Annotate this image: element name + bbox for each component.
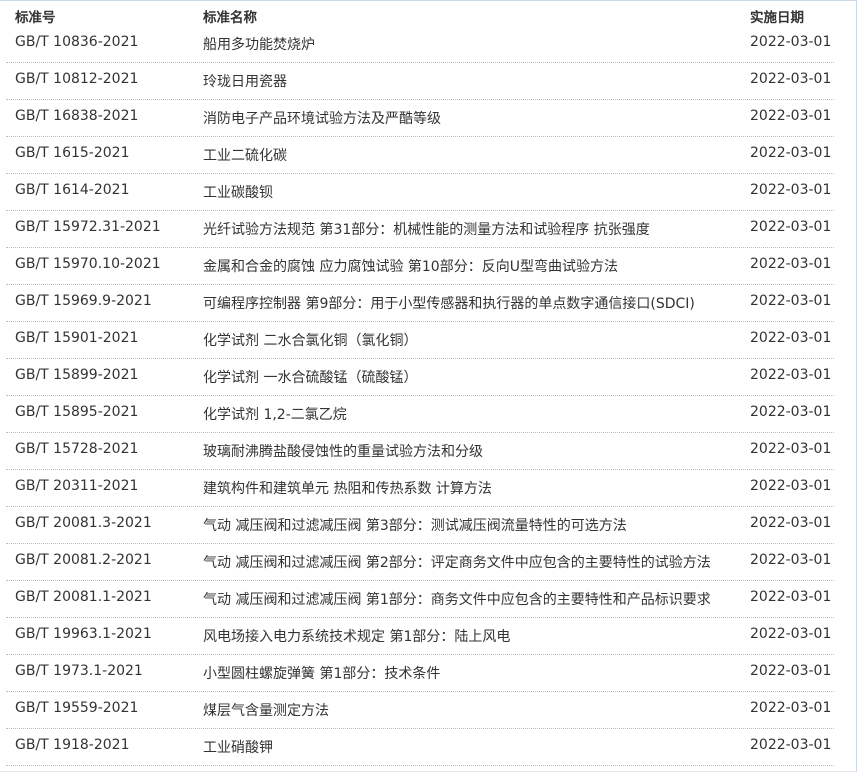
standard-name[interactable]: 工业碳酸钡 bbox=[203, 182, 273, 202]
implementation-date: 2022-03-01 bbox=[750, 256, 832, 272]
standard-code[interactable]: GB/T 20311-2021 bbox=[15, 478, 138, 494]
implementation-date: 2022-03-01 bbox=[750, 515, 832, 531]
header-standard-name: 标准名称 bbox=[203, 10, 257, 26]
standard-name[interactable]: 船用多功能焚烧炉 bbox=[203, 34, 315, 54]
standard-code[interactable]: GB/T 15969.9-2021 bbox=[15, 293, 152, 309]
implementation-date: 2022-03-01 bbox=[750, 441, 832, 457]
standard-code[interactable]: GB/T 1973.1-2021 bbox=[15, 663, 143, 679]
table-row[interactable]: GB/T 19559-2021 煤层气含量测定方法 2022-03-01 bbox=[6, 692, 834, 729]
standard-name[interactable]: 气动 减压阀和过滤减压阀 第1部分：商务文件中应包含的主要特性和产品标识要求 bbox=[203, 589, 711, 609]
standard-name[interactable]: 化学试剂 二水合氯化铜（氯化铜） bbox=[203, 330, 417, 350]
implementation-date: 2022-03-01 bbox=[750, 219, 832, 235]
table-row[interactable]: GB/T 15728-2021 玻璃耐沸腾盐酸侵蚀性的重量试验方法和分级 202… bbox=[6, 433, 834, 470]
implementation-date: 2022-03-01 bbox=[750, 737, 832, 753]
table-row[interactable]: GB/T 1614-2021 工业碳酸钡 2022-03-01 bbox=[6, 174, 834, 211]
implementation-date: 2022-03-01 bbox=[750, 34, 832, 50]
standard-name[interactable]: 工业硝酸钾 bbox=[203, 737, 273, 757]
standard-name[interactable]: 玻璃耐沸腾盐酸侵蚀性的重量试验方法和分级 bbox=[203, 441, 483, 461]
implementation-date: 2022-03-01 bbox=[750, 293, 832, 309]
standard-code[interactable]: GB/T 1918-2021 bbox=[15, 737, 129, 753]
table-row[interactable]: GB/T 19963.1-2021 风电场接入电力系统技术规定 第1部分：陆上风… bbox=[6, 618, 834, 655]
standard-code[interactable]: GB/T 15901-2021 bbox=[15, 330, 138, 346]
implementation-date: 2022-03-01 bbox=[750, 552, 832, 568]
table-row[interactable]: GB/T 1918-2021 工业硝酸钾 2022-03-01 bbox=[6, 729, 834, 766]
table-row[interactable]: GB/T 1973.1-2021 小型圆柱螺旋弹簧 第1部分：技术条件 2022… bbox=[6, 655, 834, 692]
standard-code[interactable]: GB/T 20081.2-2021 bbox=[15, 552, 152, 568]
standard-code[interactable]: GB/T 20081.1-2021 bbox=[15, 589, 152, 605]
table-row[interactable]: GB/T 15972.31-2021 光纤试验方法规范 第31部分：机械性能的测… bbox=[6, 211, 834, 248]
standard-name[interactable]: 光纤试验方法规范 第31部分：机械性能的测量方法和试验程序 抗张强度 bbox=[203, 219, 650, 239]
table-row[interactable]: GB/T 15901-2021 化学试剂 二水合氯化铜（氯化铜） 2022-03… bbox=[6, 322, 834, 359]
standard-code[interactable]: GB/T 15972.31-2021 bbox=[15, 219, 161, 235]
table-row[interactable]: GB/T 20311-2021 建筑构件和建筑单元 热阻和传热系数 计算方法 2… bbox=[6, 470, 834, 507]
implementation-date: 2022-03-01 bbox=[750, 404, 832, 420]
implementation-date: 2022-03-01 bbox=[750, 663, 832, 679]
implementation-date: 2022-03-01 bbox=[750, 108, 832, 124]
standard-name[interactable]: 气动 减压阀和过滤减压阀 第2部分：评定商务文件中应包含的主要特性的试验方法 bbox=[203, 552, 711, 572]
standard-code[interactable]: GB/T 1614-2021 bbox=[15, 182, 129, 198]
standard-code[interactable]: GB/T 19559-2021 bbox=[15, 700, 138, 716]
table-row[interactable]: GB/T 15969.9-2021 可编程序控制器 第9部分：用于小型传感器和执… bbox=[6, 285, 834, 322]
table-row[interactable]: GB/T 20081.3-2021 气动 减压阀和过滤减压阀 第3部分：测试减压… bbox=[6, 507, 834, 544]
table-row[interactable]: GB/T 15970.10-2021 金属和合金的腐蚀 应力腐蚀试验 第10部分… bbox=[6, 248, 834, 285]
standard-name[interactable]: 工业二硫化碳 bbox=[203, 145, 287, 165]
table-row[interactable]: GB/T 10812-2021 玲珑日用瓷器 2022-03-01 bbox=[6, 63, 834, 100]
standard-name[interactable]: 可编程序控制器 第9部分：用于小型传感器和执行器的单点数字通信接口(SDCI) bbox=[203, 293, 695, 313]
standard-name[interactable]: 化学试剂 1,2-二氯乙烷 bbox=[203, 404, 347, 424]
standard-name[interactable]: 玲珑日用瓷器 bbox=[203, 71, 287, 91]
standard-name[interactable]: 小型圆柱螺旋弹簧 第1部分：技术条件 bbox=[203, 663, 440, 683]
standard-code[interactable]: GB/T 1615-2021 bbox=[15, 145, 129, 161]
table-row[interactable]: GB/T 16838-2021 消防电子产品环境试验方法及严酷等级 2022-0… bbox=[6, 100, 834, 137]
table-row[interactable]: GB/T 15899-2021 化学试剂 一水合硫酸锰（硫酸锰） 2022-03… bbox=[6, 359, 834, 396]
standard-name[interactable]: 煤层气含量测定方法 bbox=[203, 700, 329, 720]
implementation-date: 2022-03-01 bbox=[750, 478, 832, 494]
implementation-date: 2022-03-01 bbox=[750, 700, 832, 716]
table-row[interactable]: GB/T 10836-2021 船用多功能焚烧炉 2022-03-01 bbox=[6, 26, 834, 63]
standard-code[interactable]: GB/T 16838-2021 bbox=[15, 108, 138, 124]
implementation-date: 2022-03-01 bbox=[750, 71, 832, 87]
standard-name[interactable]: 气动 减压阀和过滤减压阀 第3部分：测试减压阀流量特性的可选方法 bbox=[203, 515, 627, 535]
standard-code[interactable]: GB/T 10836-2021 bbox=[15, 34, 138, 50]
standard-code[interactable]: GB/T 19963.1-2021 bbox=[15, 626, 152, 642]
implementation-date: 2022-03-01 bbox=[750, 367, 832, 383]
standard-code[interactable]: GB/T 15895-2021 bbox=[15, 404, 138, 420]
standard-code[interactable]: GB/T 15970.10-2021 bbox=[15, 256, 161, 272]
table-header: 标准号 标准名称 实施日期 bbox=[6, 0, 834, 26]
standard-name[interactable]: 风电场接入电力系统技术规定 第1部分：陆上风电 bbox=[203, 626, 510, 646]
header-standard-code: 标准号 bbox=[15, 10, 56, 26]
table-row[interactable]: GB/T 1615-2021 工业二硫化碳 2022-03-01 bbox=[6, 137, 834, 174]
implementation-date: 2022-03-01 bbox=[750, 330, 832, 346]
implementation-date: 2022-03-01 bbox=[750, 626, 832, 642]
standards-table: 标准号 标准名称 实施日期 GB/T 10836-2021 船用多功能焚烧炉 2… bbox=[6, 0, 834, 766]
standard-code[interactable]: GB/T 10812-2021 bbox=[15, 71, 138, 87]
table-row[interactable]: GB/T 20081.2-2021 气动 减压阀和过滤减压阀 第2部分：评定商务… bbox=[6, 544, 834, 581]
standard-name[interactable]: 金属和合金的腐蚀 应力腐蚀试验 第10部分：反向U型弯曲试验方法 bbox=[203, 256, 618, 276]
standard-code[interactable]: GB/T 15899-2021 bbox=[15, 367, 138, 383]
header-implementation-date: 实施日期 bbox=[750, 10, 804, 26]
implementation-date: 2022-03-01 bbox=[750, 145, 832, 161]
standard-name[interactable]: 消防电子产品环境试验方法及严酷等级 bbox=[203, 108, 441, 128]
implementation-date: 2022-03-01 bbox=[750, 589, 832, 605]
table-row[interactable]: GB/T 15895-2021 化学试剂 1,2-二氯乙烷 2022-03-01 bbox=[6, 396, 834, 433]
standard-code[interactable]: GB/T 20081.3-2021 bbox=[15, 515, 152, 531]
implementation-date: 2022-03-01 bbox=[750, 182, 832, 198]
standard-code[interactable]: GB/T 15728-2021 bbox=[15, 441, 138, 457]
table-row[interactable]: GB/T 20081.1-2021 气动 减压阀和过滤减压阀 第1部分：商务文件… bbox=[6, 581, 834, 618]
standard-name[interactable]: 建筑构件和建筑单元 热阻和传热系数 计算方法 bbox=[203, 478, 492, 498]
standard-name[interactable]: 化学试剂 一水合硫酸锰（硫酸锰） bbox=[203, 367, 417, 387]
